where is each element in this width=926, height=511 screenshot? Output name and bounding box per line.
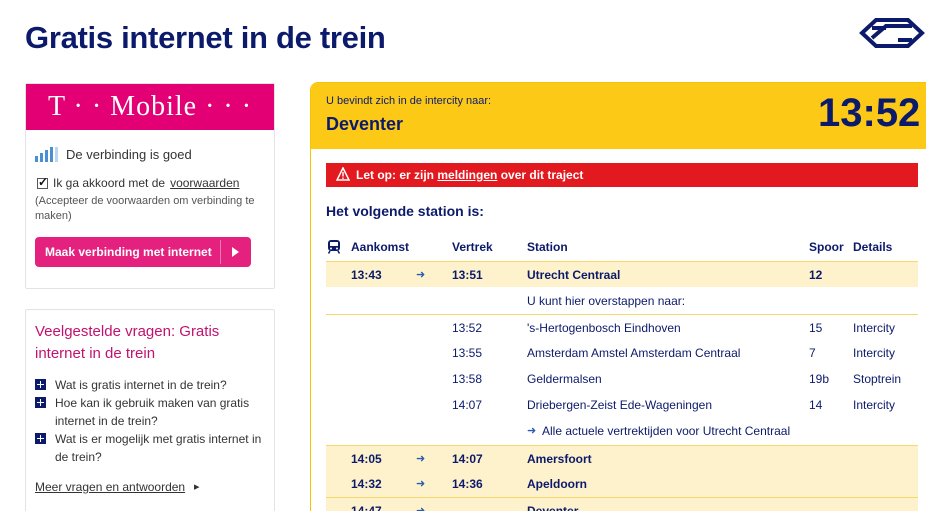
alert-prefix: Let op: er zijn xyxy=(356,168,434,182)
signal-status: De verbinding is goed xyxy=(35,146,192,162)
transfer-row: 13:58 Geldermalsen 19b Stoptrein xyxy=(326,366,918,392)
faq-item[interactable]: Wat is gratis internet in de trein? xyxy=(35,376,270,394)
platform: 12 xyxy=(809,268,823,282)
signal-text: De verbinding is goed xyxy=(66,147,192,162)
trip-destination: Deventer xyxy=(326,114,404,134)
alert-suffix: over dit traject xyxy=(500,168,584,182)
transfer-platform: 19b xyxy=(809,372,830,386)
transfer-details: Intercity xyxy=(853,398,896,412)
departure-time: 14:07 xyxy=(452,452,483,466)
tmobile-banner: T · · Mobile · · · xyxy=(26,84,274,130)
faq-item-label: Hoe kan ik gebruik maken van gratis inte… xyxy=(55,396,250,428)
arrow-right-icon: ➜ xyxy=(416,478,426,490)
transfer-details: Stoptrein xyxy=(853,372,902,386)
tmobile-connect-box: T · · Mobile · · · De verbinding is goed… xyxy=(25,83,275,289)
arrival-time: 13:43 xyxy=(351,268,382,282)
departure-time: 14:36 xyxy=(452,477,483,491)
transfer-note-row: U kunt hier overstappen naar: xyxy=(326,288,918,314)
transfer-row: 13:55 Amsterdam Amstel Amsterdam Centraa… xyxy=(326,340,918,366)
alerts-link[interactable]: meldingen xyxy=(437,168,497,182)
header-station: Station xyxy=(527,240,568,254)
transfer-station: 's-Hertogenbosch Eindhoven xyxy=(527,321,681,335)
agree-row: Ik ga akkoord met de voorwaarden xyxy=(37,175,239,190)
table-row: 13:43 ➜ 13:51 Utrecht Centraal 12 xyxy=(326,261,918,287)
agree-label: Ik ga akkoord met de xyxy=(53,176,166,190)
transfer-time: 13:58 xyxy=(452,372,483,386)
trip-label: U bevindt zich in de intercity naar: xyxy=(326,95,492,107)
signal-bars-icon xyxy=(35,146,58,162)
arrow-right-icon: ➜ xyxy=(416,453,426,465)
departure-time: 13:51 xyxy=(452,268,483,282)
station-name: Apeldoorn xyxy=(527,477,587,491)
faq-list: Wat is gratis internet in de trein? Hoe … xyxy=(35,376,270,466)
transfer-details: Intercity xyxy=(853,346,896,360)
station-name: Amersfoort xyxy=(527,452,592,466)
table-row: 14:05 ➜ 14:07 Amersfoort xyxy=(326,445,918,471)
arrival-time: 14:05 xyxy=(351,452,382,466)
header-details: Details xyxy=(853,240,893,254)
table-row: 14:32 ➜ 14:36 Apeldoorn xyxy=(326,471,918,497)
tmobile-logo: T · · Mobile · · · xyxy=(47,91,253,122)
warning-icon xyxy=(336,167,350,181)
terms-link[interactable]: voorwaarden xyxy=(170,176,239,190)
table-row: 14:47 ➜ Deventer xyxy=(326,497,918,511)
transfer-note: U kunt hier overstappen naar: xyxy=(527,294,686,308)
station-name: Deventer xyxy=(527,504,579,511)
chevron-right-icon: ▸ xyxy=(194,481,200,493)
transfer-row: 13:52 's-Hertogenbosch Eindhoven 15 Inte… xyxy=(326,314,918,340)
page-title: Gratis internet in de trein xyxy=(25,20,386,55)
train-icon xyxy=(327,240,341,254)
faq-item-label: Wat is gratis internet in de trein? xyxy=(55,378,227,392)
terms-checkbox[interactable] xyxy=(37,175,48,189)
more-questions-link[interactable]: Meer vragen en antwoorden xyxy=(35,480,185,494)
current-time: 13:52 xyxy=(818,91,921,135)
arrow-right-icon: ➜ xyxy=(527,425,537,437)
transfer-time: 13:55 xyxy=(452,346,483,360)
transfer-station: Geldermalsen xyxy=(527,372,602,386)
transfer-time: 13:52 xyxy=(452,321,483,335)
plus-icon xyxy=(35,433,46,444)
plus-icon xyxy=(35,379,46,390)
faq-item[interactable]: Wat is er mogelijk met gratis internet i… xyxy=(35,430,270,466)
header-arrival: Aankomst xyxy=(351,240,410,254)
connect-internet-button[interactable]: Maak verbinding met internet xyxy=(35,237,251,267)
trip-header: U bevindt zich in de intercity naar: Dev… xyxy=(311,83,926,149)
transfer-platform: 14 xyxy=(809,398,823,412)
transfer-station: Driebergen-Zeist Ede-Wageningen xyxy=(527,398,712,412)
all-departures-row: ➜ Alle actuele vertrektijden voor Utrech… xyxy=(326,418,918,444)
transfer-row: 14:07 Driebergen-Zeist Ede-Wageningen 14… xyxy=(326,392,918,418)
arrow-right-icon: ➜ xyxy=(416,505,426,511)
arrival-time: 14:47 xyxy=(351,504,382,511)
header-platform: Spoor xyxy=(809,240,844,254)
all-departures-link[interactable]: Alle actuele vertrektijden voor Utrecht … xyxy=(542,418,790,444)
faq-item-label: Wat is er mogelijk met gratis internet i… xyxy=(55,432,262,464)
ns-logo[interactable] xyxy=(858,14,926,52)
transfer-station: Amsterdam Amstel Amsterdam Centraal xyxy=(527,346,741,360)
play-arrow-icon xyxy=(220,240,248,264)
connect-button-label: Maak verbinding met internet xyxy=(45,245,212,259)
arrival-time: 14:32 xyxy=(351,477,382,491)
transfer-platform: 15 xyxy=(809,321,823,335)
faq-box: Veelgestelde vragen: Gratis internet in … xyxy=(25,309,275,511)
agree-note: (Accepteer de voorwaarden om verbinding … xyxy=(35,195,255,222)
alert-bar: Let op: er zijn meldingen over dit traje… xyxy=(326,163,918,187)
faq-title: Veelgestelde vragen: Gratis internet in … xyxy=(35,323,220,362)
next-station-title: Het volgende station is: xyxy=(326,203,484,219)
transfer-platform: 7 xyxy=(809,346,816,360)
transfer-time: 14:07 xyxy=(452,398,483,412)
plus-icon xyxy=(35,397,46,408)
station-name: Utrecht Centraal xyxy=(527,268,621,282)
header-departure: Vertrek xyxy=(452,240,493,254)
faq-item[interactable]: Hoe kan ik gebruik maken van gratis inte… xyxy=(35,394,270,430)
arrow-right-icon: ➜ xyxy=(416,269,426,281)
train-info-panel: U bevindt zich in de intercity naar: Dev… xyxy=(310,82,926,511)
transfer-details: Intercity xyxy=(853,321,896,335)
